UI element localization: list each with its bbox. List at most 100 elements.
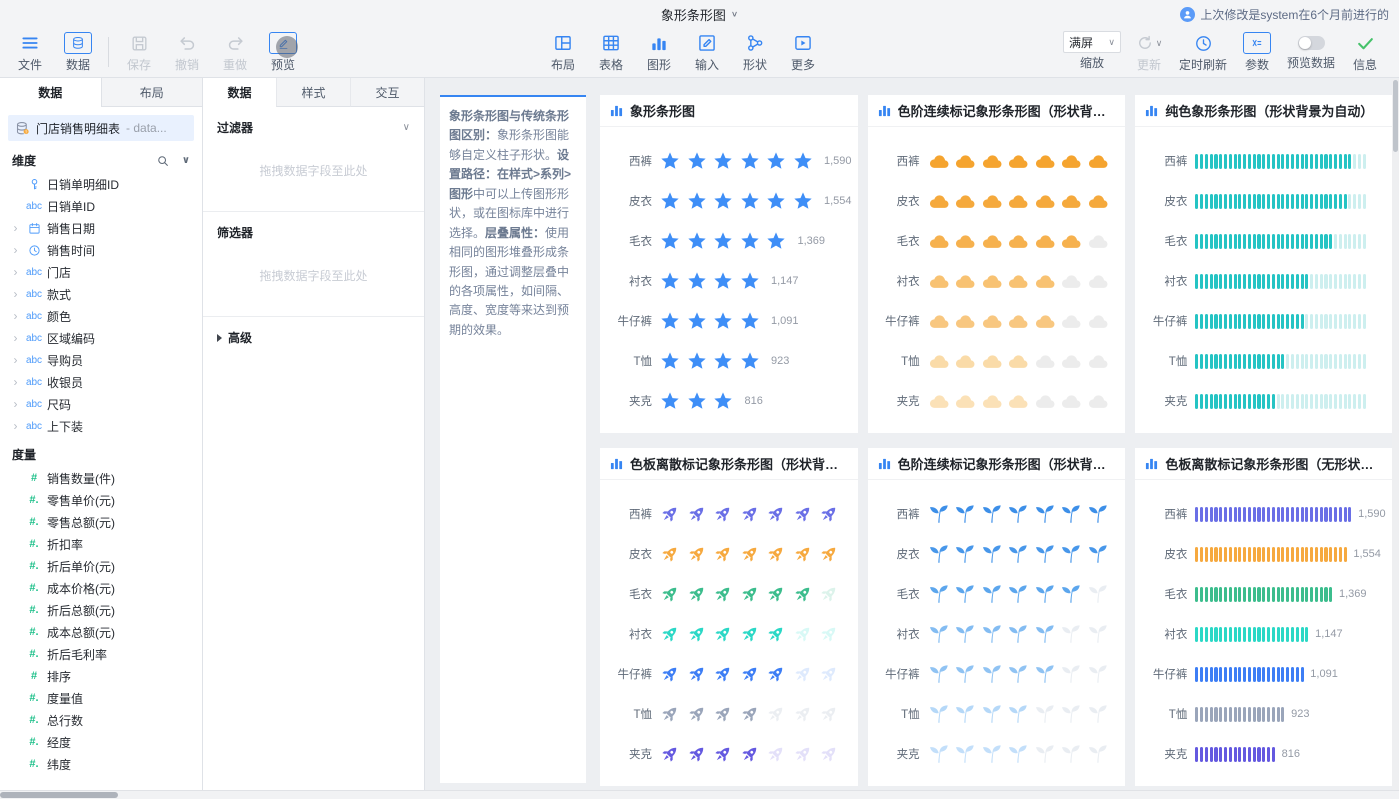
dimension-item[interactable]: ›abc导购员 <box>0 349 202 371</box>
measure-item[interactable]: #.经度 <box>0 731 202 753</box>
measure-item[interactable]: #.总行数 <box>0 709 202 731</box>
horizontal-scrollbar-thumb[interactable] <box>0 792 118 798</box>
measure-item[interactable]: #.零售单价(元) <box>0 489 202 511</box>
preview-button[interactable]: 预览 <box>259 31 307 73</box>
chart-card[interactable]: 象形条形图西裤1,590皮衣1,554毛衣1,369衬衣1,147牛仔裤1,09… <box>600 95 858 433</box>
menu-icon <box>8 31 52 55</box>
expand-chevron-icon[interactable]: › <box>10 265 21 279</box>
tab-config-interaction[interactable]: 交互 <box>350 78 424 107</box>
chevron-down-icon[interactable]: ∨ <box>182 155 190 166</box>
chart-row: 毛衣 <box>876 221 1120 261</box>
chart-card[interactable]: 色阶连续标记象形条形图（形状背景为自动）西裤皮衣毛衣衬衣牛仔裤T恤夹克 <box>868 448 1126 786</box>
shape-button[interactable]: 形状 <box>731 31 779 73</box>
file-button[interactable]: 文件 <box>6 31 54 73</box>
measure-item[interactable]: #.纬度 <box>0 753 202 775</box>
dataset-selector[interactable]: 门店销售明细表 - data... <box>8 115 194 141</box>
dimension-item[interactable]: ›abc上下装 <box>0 415 202 437</box>
zoom-dropdown[interactable]: 满屏∨ 缩放 <box>1059 31 1125 71</box>
measure-item[interactable]: #.折后总额(元) <box>0 599 202 621</box>
dimension-item[interactable]: ›销售时间 <box>0 239 202 261</box>
dimension-item[interactable]: ›abc颜色 <box>0 305 202 327</box>
dash-icon <box>1234 314 1237 329</box>
advanced-section-toggle[interactable]: 高级 <box>203 317 424 358</box>
dash-icon <box>1305 154 1308 169</box>
expand-chevron-icon[interactable]: › <box>10 419 21 433</box>
dash-icon <box>1320 354 1323 369</box>
params-button[interactable]: 参数 <box>1233 31 1281 73</box>
category-label: 西裤 <box>876 506 920 522</box>
tab-config-data[interactable]: 数据 <box>203 78 276 107</box>
measure-item[interactable]: #.零售总额(元) <box>0 511 202 533</box>
table-button[interactable]: 表格 <box>587 31 635 73</box>
dimension-item[interactable]: ›abc区域编码 <box>0 327 202 349</box>
chart-button[interactable]: 图形 <box>635 31 683 73</box>
update-button[interactable]: ∨ 更新 <box>1125 31 1173 73</box>
dimension-item[interactable]: ›abc收银员 <box>0 371 202 393</box>
expand-chevron-icon[interactable]: › <box>10 331 21 345</box>
measure-item[interactable]: #.成本总额(元) <box>0 621 202 643</box>
layout-button[interactable]: 布局 <box>539 31 587 73</box>
measure-item[interactable]: #.折扣率 <box>0 533 202 555</box>
dimension-item[interactable]: ›abc尺码 <box>0 393 202 415</box>
measure-item[interactable]: #销售数量(件) <box>0 467 202 489</box>
expand-chevron-icon[interactable]: › <box>10 353 21 367</box>
chart-card[interactable]: 色阶连续标记象形条形图（形状背景为自动）西裤皮衣毛衣衬衣牛仔裤T恤夹克 <box>868 95 1126 433</box>
timed-refresh-button[interactable]: 定时刷新 <box>1173 31 1233 73</box>
horizontal-scrollbar[interactable] <box>0 790 1399 799</box>
tab-config-style[interactable]: 样式 <box>276 78 350 107</box>
dash-icon <box>1238 507 1241 522</box>
dash-icon <box>1334 274 1337 289</box>
undo-button[interactable]: 撤销 <box>163 31 211 73</box>
value-label: 1,147 <box>1315 628 1343 640</box>
expand-chevron-icon[interactable]: › <box>10 287 21 301</box>
dimension-item[interactable]: ›销售日期 <box>0 217 202 239</box>
dimension-item[interactable]: ›abc款式 <box>0 283 202 305</box>
seedling-icon <box>1034 503 1061 525</box>
dash-icon <box>1214 274 1217 289</box>
data-button[interactable]: 数据 <box>54 31 102 73</box>
dimension-item[interactable]: abc日销单ID <box>0 195 202 217</box>
preview-data-toggle[interactable] <box>1298 36 1325 50</box>
chart-card[interactable]: 色板离散标记象形条形图（形状背景为自动）西裤皮衣毛衣衬衣牛仔裤T恤夹克 <box>600 448 858 786</box>
tab-layout[interactable]: 布局 <box>101 78 203 107</box>
dash-icon <box>1248 587 1251 602</box>
expand-chevron-icon[interactable]: › <box>10 375 21 389</box>
dimension-item[interactable]: ›abc门店 <box>0 261 202 283</box>
dash-icon <box>1253 194 1256 209</box>
vertical-scrollbar[interactable] <box>1392 79 1399 791</box>
dash-icon <box>1291 274 1294 289</box>
seedling-icon <box>928 503 955 525</box>
tab-data[interactable]: 数据 <box>0 78 101 107</box>
filter-dropzone[interactable]: 拖拽数据字段至此处 <box>217 136 410 201</box>
save-button[interactable]: 保存 <box>115 31 163 73</box>
measure-item[interactable]: #.折后单价(元) <box>0 555 202 577</box>
chevron-down-icon[interactable]: ∨ <box>403 122 410 133</box>
more-button[interactable]: 更多 <box>779 31 827 73</box>
pictogram-bar <box>660 704 846 724</box>
vertical-scrollbar-thumb[interactable] <box>1393 80 1398 152</box>
measure-item[interactable]: #.成本价格(元) <box>0 577 202 599</box>
expand-chevron-icon[interactable]: › <box>10 397 21 411</box>
info-button[interactable]: 信息 <box>1341 31 1389 73</box>
screening-dropzone[interactable]: 拖拽数据字段至此处 <box>217 241 410 306</box>
measure-item[interactable]: #排序 <box>0 665 202 687</box>
expand-chevron-icon[interactable]: › <box>10 243 21 257</box>
dash-icon <box>1277 354 1280 369</box>
measure-item[interactable]: #.折后毛利率 <box>0 643 202 665</box>
redo-button[interactable]: 重做 <box>211 31 259 73</box>
star-icon <box>766 151 793 171</box>
chevron-down-icon: ∨ <box>1108 37 1115 48</box>
measure-item[interactable]: #.度量值 <box>0 687 202 709</box>
dimension-item[interactable]: 日销单明细ID <box>0 173 202 195</box>
chart-description-panel[interactable]: 象形条形图与传统条形图区别：象形条形图能够自定义柱子形状。设置路径：在样式>系列… <box>440 95 586 783</box>
dash-icon <box>1286 507 1289 522</box>
search-icon[interactable] <box>156 154 170 168</box>
pictogram-bar <box>660 584 846 604</box>
dashboard-title-dropdown[interactable]: 象形条形图 ∨ <box>661 5 738 24</box>
category-label: 牛仔裤 <box>1143 313 1187 329</box>
input-button[interactable]: 输入 <box>683 31 731 73</box>
expand-chevron-icon[interactable]: › <box>10 309 21 323</box>
chart-card[interactable]: 色板离散标记象形条形图（无形状背景）西裤1,590皮衣1,554毛衣1,369衬… <box>1135 448 1393 786</box>
chart-card[interactable]: 纯色象形条形图（形状背景为自动）西裤皮衣毛衣衬衣牛仔裤T恤夹克 <box>1135 95 1393 433</box>
expand-chevron-icon[interactable]: › <box>10 221 21 235</box>
